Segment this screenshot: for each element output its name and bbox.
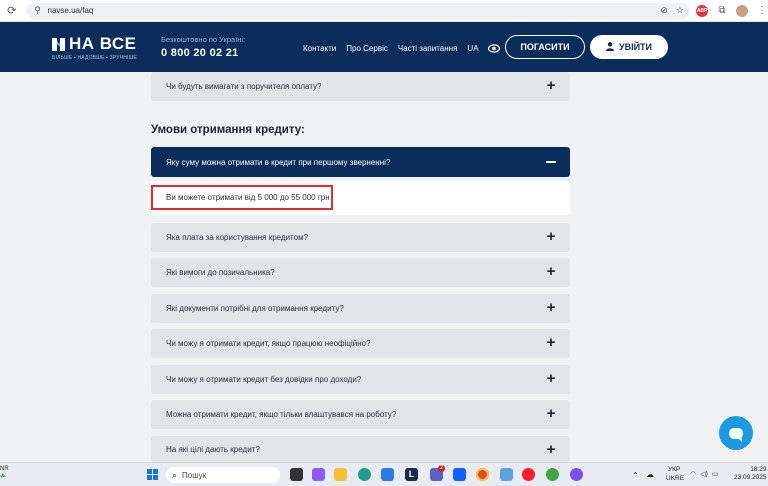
faq-question: Які вимоги до позичальника? (166, 268, 275, 277)
minus-icon[interactable] (546, 161, 556, 163)
plus-icon[interactable]: + (545, 300, 557, 315)
site-logo[interactable]: НА ВСЕ БІЛЬШЕ • НАДОВШЕ • ЗРУЧНІШЕ (52, 34, 137, 61)
menu-icon[interactable]: ⋮ (756, 5, 768, 17)
nav-faq[interactable]: Часті запитання (398, 44, 458, 53)
viber-icon[interactable] (570, 468, 583, 481)
browser-toolbar: ⟳ ⚲ navse.ua/faq ⊘ ☆ ABP ⧉ ⋮ (0, 0, 768, 22)
section-title: Умови отримання кредиту: (151, 124, 305, 136)
faq-answer: Ви можете отримати від 5 000 до 55 000 г… (151, 181, 570, 215)
chat-button[interactable] (719, 416, 753, 450)
faq-item[interactable]: Чи можу я отримати кредит без довідки пр… (151, 365, 570, 394)
faq-item-expanded[interactable]: Яку суму можна отримати в кредит при пер… (151, 147, 570, 177)
pay-button[interactable]: ПОГАСИТИ (505, 35, 585, 59)
weather-text: NR (0, 466, 9, 472)
logo-mark-icon (52, 37, 65, 51)
plus-icon[interactable]: + (545, 335, 557, 350)
eye-off-icon[interactable]: ⊘ (660, 5, 668, 16)
login-button[interactable]: УВІЙТИ (590, 35, 668, 59)
faq-question: Можна отримати кредит, якщо тільки влашт… (166, 410, 397, 419)
nav-contacts[interactable]: Контакти (303, 44, 336, 53)
faq-item[interactable]: Які документи потрібні для отримання кре… (151, 294, 570, 323)
dropbox-icon[interactable] (453, 468, 466, 481)
answer-text: Ви можете отримати від 5 000 до 55 000 г… (166, 193, 330, 202)
faq-question: Чи будуть вимагати з поручителя оплату? (166, 82, 322, 91)
faq-question: Чи можу я отримати кредит, якщо працюю н… (166, 339, 371, 348)
phone-number[interactable]: 0 800 20 02 21 (161, 47, 245, 59)
search-placeholder: Пошук (182, 470, 207, 480)
system-tray[interactable]: ◠ ◁) ▭ (690, 470, 718, 478)
clock-date: 23.09.2025 (734, 474, 767, 481)
user-icon (605, 41, 614, 53)
volume-icon[interactable]: ◁) (700, 470, 708, 478)
site-header: НА ВСЕ БІЛЬШЕ • НАДОВШЕ • ЗРУЧНІШЕ Безко… (0, 22, 768, 72)
notification-badge: 2 (438, 465, 445, 472)
plus-icon[interactable]: + (545, 78, 557, 93)
faq-question: Яку суму можна отримати в кредит при пер… (166, 157, 391, 167)
app-l-icon[interactable]: L (405, 468, 418, 481)
weather-widget[interactable]: NR ☘ (0, 465, 9, 481)
edge-icon[interactable] (358, 468, 371, 481)
nav-about[interactable]: Про Сервіс (346, 44, 388, 53)
accessibility-eye-icon[interactable] (487, 43, 500, 53)
faq-item[interactable]: Можна отримати кредит, якщо тільки влашт… (151, 400, 570, 429)
adblock-extension-icon[interactable]: ABP (696, 4, 708, 17)
app-icon[interactable] (500, 468, 513, 481)
lang-line2: UKRE (666, 475, 685, 482)
faq-question: Які документи потрібні для отримання кре… (166, 304, 344, 313)
answer-highlight: Ви можете отримати від 5 000 до 55 000 г… (151, 185, 333, 210)
faq-item[interactable]: Чи будуть вимагати з поручителя оплату? … (151, 72, 570, 101)
clock-time: 18:29 (750, 466, 767, 473)
login-label: УВІЙТИ (618, 42, 653, 52)
plus-icon[interactable]: + (545, 371, 557, 386)
lang-line1: УКР (668, 466, 681, 473)
logo-tagline: БІЛЬШЕ • НАДОВШЕ • ЗРУЧНІШЕ (52, 55, 137, 61)
url-text[interactable]: navse.ua/faq (48, 6, 94, 15)
app-icon[interactable] (546, 468, 559, 481)
phone-block: Безкоштовно по Україні: 0 800 20 02 21 (161, 35, 245, 59)
app-icon[interactable] (381, 468, 394, 481)
weather-icon: ☘ (0, 474, 6, 480)
opera-icon[interactable] (522, 468, 535, 481)
file-explorer-icon[interactable] (334, 468, 347, 481)
faq-item[interactable]: Чи можу я отримати кредит, якщо працюю н… (151, 329, 570, 358)
faq-item[interactable]: Які вимоги до позичальника? + (151, 258, 570, 287)
faq-question: На які цілі дають кредит? (166, 444, 260, 454)
chat-bubble-icon (729, 427, 743, 442)
plus-icon[interactable]: + (545, 442, 557, 457)
plus-icon[interactable]: + (545, 264, 557, 279)
copilot-icon[interactable] (312, 468, 325, 481)
tray-chevron-icon[interactable]: ⌃ (632, 472, 639, 480)
taskbar-search[interactable]: ⌕ Пошук (166, 467, 280, 483)
clock[interactable]: 18:29 23.09.2025 (734, 466, 767, 482)
main-nav: Контакти Про Сервіс Часті запитання UA (303, 43, 500, 53)
phone-label: Безкоштовно по Україні: (161, 35, 246, 44)
site-info-icon[interactable]: ⚲ (32, 5, 44, 17)
logo-text: НА ВСЕ (69, 34, 137, 53)
address-bar[interactable]: ⚲ navse.ua/faq ⊘ ☆ (25, 2, 690, 19)
search-icon: ⌕ (172, 469, 178, 480)
battery-icon[interactable]: ▭ (712, 470, 719, 478)
language-switch[interactable]: UA (467, 44, 478, 53)
wifi-icon[interactable]: ◠ (690, 470, 696, 478)
start-icon[interactable] (147, 469, 158, 480)
plus-icon[interactable]: + (545, 229, 557, 244)
star-icon[interactable]: ☆ (676, 5, 684, 16)
reload-icon[interactable]: ⟳ (4, 3, 20, 19)
faq-question: Яка плата за користування кредитом? (166, 233, 309, 242)
cloud-icon[interactable]: ☁ (646, 471, 654, 479)
plus-icon[interactable]: + (545, 406, 557, 421)
taskbar: NR ☘ ⌕ Пошук L 2 ⌃ ☁ УКР UKRE ◠ ◁) ▭ 18:… (0, 462, 768, 486)
profile-avatar[interactable] (736, 4, 748, 17)
chrome-icon[interactable] (476, 468, 489, 481)
faq-question: Чи можу я отримати кредит без довідки пр… (166, 375, 362, 384)
extensions-icon[interactable]: ⧉ (716, 5, 728, 17)
task-view-icon[interactable] (290, 468, 303, 481)
faq-item[interactable]: Яка плата за користування кредитом? + (151, 223, 570, 252)
faq-item[interactable]: На які цілі дають кредит? + (151, 436, 570, 462)
